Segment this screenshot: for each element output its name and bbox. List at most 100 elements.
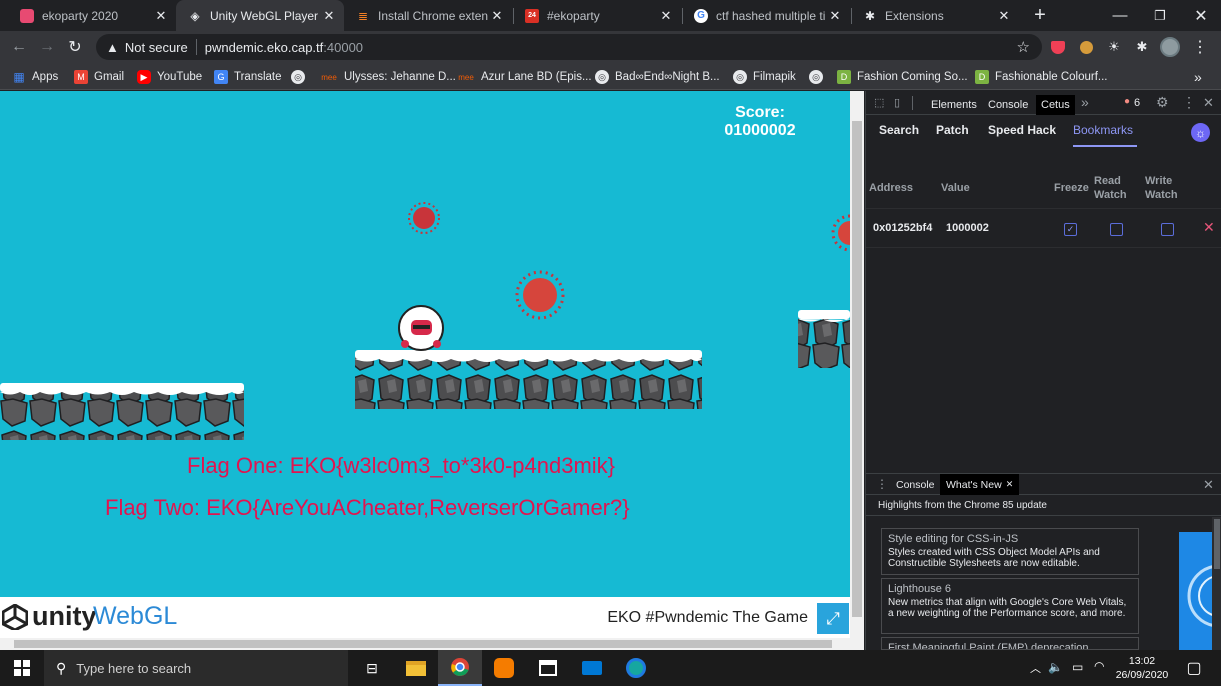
bookmark-badendnight[interactable]: ◎ Bad∞End∞Night B... [595,67,720,87]
devtools-tab-elements[interactable]: Elements [926,95,982,115]
url-port: :40000 [323,39,364,55]
drawer-menu-icon[interactable]: ⋮ [876,477,888,491]
device-toggle-icon[interactable]: ▯ [894,96,900,109]
tab-ctf-search[interactable]: G ctf hashed multiple time ✕ [682,0,850,31]
table-row: 0x01252bf4 1000002 ✓ ✕ [866,208,1221,248]
bookmark-globe-2[interactable]: ◎ [809,67,829,87]
bookmark-azur-lane[interactable]: mee Azur Lane BD (Epis... [457,67,591,87]
close-icon[interactable]: ✕ [320,8,338,24]
tab-ekoparty-calendar[interactable]: 24 #ekoparty ✕ [513,0,681,31]
cetus-tab-search[interactable]: Search [879,123,919,137]
close-icon[interactable]: ✕ [1006,479,1014,490]
drawer-tab-whats-new[interactable]: What's New ✕ [940,474,1020,495]
bookmark-ulysses[interactable]: mee Ulysses: Jehanne D... [320,67,456,87]
more-tabs-icon[interactable]: » [1081,94,1089,110]
row-value[interactable]: 1000002 [946,222,989,234]
bookmarks-overflow-icon[interactable]: » [1194,67,1202,87]
task-view-icon[interactable]: ⊟ [350,650,394,686]
remove-bookmark-icon[interactable]: ✕ [1203,219,1215,236]
bookmark-globe[interactable]: ◎ [291,67,311,87]
freeze-checkbox[interactable]: ✓ [1064,223,1077,236]
scrollbar-thumb[interactable] [14,640,832,648]
bookmark-fashionable[interactable]: D Fashionable Colourf... [975,67,1108,87]
scrollbar-thumb[interactable] [1214,519,1220,569]
bookmark-fashion-coming[interactable]: D Fashion Coming So... [837,67,968,87]
tab-install-chrome-extension[interactable]: ≣ Install Chrome extension ✕ [344,0,512,31]
mee-icon: mee [458,72,474,82]
cetus-tab-bookmarks[interactable]: Bookmarks [1073,123,1133,137]
inspect-icon[interactable]: ⬚ [874,96,884,109]
reload-button[interactable]: ↻ [64,36,86,58]
drawer-scrollbar[interactable] [1212,517,1221,650]
restore-button[interactable]: ❐ [1137,0,1183,31]
file-explorer-icon[interactable] [394,650,438,686]
close-icon[interactable]: ✕ [488,8,506,24]
vertical-scrollbar[interactable] [850,91,864,650]
close-icon[interactable]: ✕ [1203,95,1214,111]
new-tab-button[interactable]: + [1020,0,1060,31]
forward-button[interactable]: → [36,36,58,58]
cookie-extension-icon[interactable] [1076,37,1096,57]
drawer-tab-label: What's New [946,478,1002,491]
taskbar-search-box[interactable]: ⚲ Type here to search [44,650,348,686]
notifications-icon[interactable]: ▢ [1172,650,1216,686]
volume-icon[interactable]: 🔈 [1048,660,1063,674]
scrollbar-thumb[interactable] [852,121,862,617]
devtools-tab-console[interactable]: Console [983,95,1033,115]
error-icon[interactable]: ● [1124,96,1130,107]
puzzle-icon[interactable]: ✱ [1132,37,1152,57]
security-status[interactable]: Not secure [125,40,188,55]
tab-ekoparty[interactable]: ekoparty 2020 ✕ [8,0,176,31]
fullscreen-button[interactable]: ⤢ [817,603,849,634]
devtools-tab-cetus[interactable]: Cetus [1036,95,1075,115]
star-icon[interactable]: ☆ [1017,38,1030,56]
bug-extension-icon[interactable]: ☀ [1104,37,1124,57]
avatar[interactable] [1160,37,1180,57]
close-icon[interactable]: ✕ [152,8,170,24]
error-count[interactable]: 6 [1134,97,1140,109]
address-bar[interactable]: ▲ Not secure pwndemic.eko.cap.tf:40000 ☆ [96,34,1042,60]
close-drawer-icon[interactable]: ✕ [1203,477,1214,493]
whats-new-card[interactable]: Lighthouse 6 New metrics that align with… [881,578,1139,634]
battery-icon[interactable]: ▭ [1072,660,1083,674]
pocket-extension-icon[interactable] [1048,37,1068,57]
write-watch-checkbox[interactable] [1161,223,1174,236]
horizontal-scrollbar[interactable] [0,638,850,650]
bookmark-youtube[interactable]: ▶ YouTube [137,67,202,87]
cetus-tab-patch[interactable]: Patch [936,123,969,137]
cetus-tab-speed-hack[interactable]: Speed Hack [988,123,1056,137]
bookmark-label: Apps [32,71,59,83]
theme-toggle-icon[interactable]: ☼ [1191,123,1210,142]
close-icon[interactable]: ✕ [995,8,1013,24]
tab-title: ctf hashed multiple time [716,8,826,23]
bookmark-gmail[interactable]: M Gmail [74,67,124,87]
close-icon[interactable]: ✕ [826,8,844,24]
virus-enemy [408,202,440,234]
bookmark-filmapik[interactable]: ◎ Filmapik [733,67,796,87]
window-close-button[interactable]: ✕ [1178,0,1221,31]
mail-icon[interactable] [570,650,614,686]
tab-unity-webgl-player[interactable]: ◈ Unity WebGL Player | EK ✕ [176,0,344,31]
wifi-icon[interactable]: ◠ [1094,659,1104,673]
drawer-tab-console[interactable]: Console [896,479,935,491]
bookmark-apps[interactable]: ▦ Apps [12,67,58,87]
bookmark-translate[interactable]: G Translate [214,67,282,87]
tab-extensions[interactable]: ✱ Extensions ✕ [851,0,1019,31]
app-orange-icon[interactable] [482,650,526,686]
menu-kebab-icon[interactable]: ⋮ [1182,94,1196,111]
back-button[interactable]: ← [8,36,30,58]
whats-new-card[interactable]: Style editing for CSS-in-JS Styles creat… [881,528,1139,575]
menu-kebab-icon[interactable]: ⋮ [1190,37,1210,57]
windows-start-button[interactable] [0,650,44,686]
microsoft-store-icon[interactable] [526,650,570,686]
gear-icon[interactable]: ⚙ [1156,94,1169,111]
whats-new-card[interactable]: First Meaningful Paint (FMP) deprecation [881,637,1139,650]
chrome-icon[interactable] [438,650,482,686]
unity-game-canvas[interactable]: Score: 01000002 Flag One: EKO{w3lc0m3_to… [0,91,850,597]
edge-icon[interactable] [614,650,658,686]
read-watch-checkbox[interactable] [1110,223,1123,236]
taskbar-clock[interactable]: 13:02 26/09/2020 [1112,654,1172,682]
platform-left [0,383,244,440]
close-icon[interactable]: ✕ [657,8,675,24]
chevron-up-icon[interactable]: ︿ [1030,660,1041,676]
